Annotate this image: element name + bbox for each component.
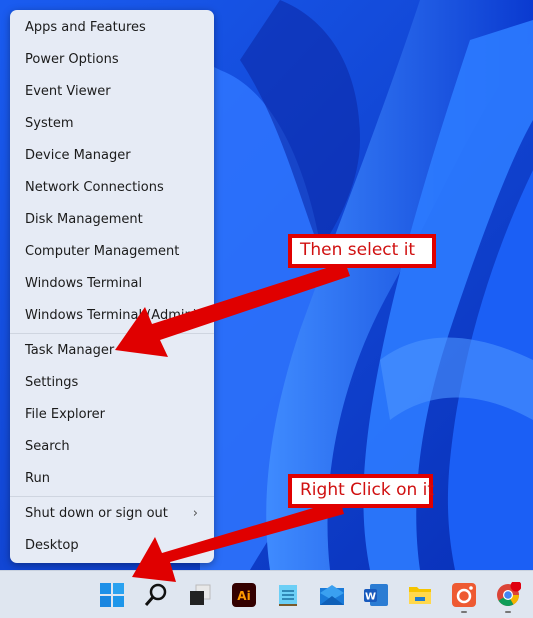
word-icon[interactable]: W [363,582,389,608]
menu-item-label: Windows Terminal (Admin) [25,308,198,323]
adobe-illustrator-icon[interactable]: Ai [231,582,257,608]
menu-item-label: System [25,116,74,131]
menu-item-event-viewer[interactable]: Event Viewer [10,77,214,107]
menu-item-label: Network Connections [25,180,164,195]
menu-item-label: File Explorer [25,407,106,422]
menu-item-label: Task Manager [25,343,115,358]
menu-item-network-connections[interactable]: Network Connections [10,173,214,203]
menu-item-label: Settings [25,375,79,390]
menu-item-windows-terminal[interactable]: Windows Terminal [10,269,214,299]
notepad-icon[interactable] [275,582,301,608]
menu-item-power-options[interactable]: Power Options [10,45,214,75]
menu-item-computer-management[interactable]: Computer Management [10,237,214,267]
search-icon[interactable] [143,582,169,608]
quick-link-menu: Apps and Features Power Options Event Vi… [10,10,214,563]
svg-text:W: W [365,592,376,603]
callout-right-click-on-it: Right Click on it [288,474,434,508]
menu-item-file-explorer[interactable]: File Explorer [10,400,214,430]
menu-item-label: Search [25,439,70,454]
menu-item-windows-terminal-admin[interactable]: Windows Terminal (Admin) [10,301,214,331]
menu-item-run[interactable]: Run [10,464,214,494]
menu-item-settings[interactable]: Settings [10,368,214,398]
menu-item-search[interactable]: Search [10,432,214,462]
mail-icon[interactable] [319,582,345,608]
file-explorer-icon[interactable] [407,582,433,608]
callout-then-select-it: Then select it [288,234,436,268]
menu-item-label: Windows Terminal [25,276,143,291]
menu-item-label: Computer Management [25,244,180,259]
menu-separator [10,496,214,497]
menu-item-label: Shut down or sign out [25,506,168,521]
menu-item-device-manager[interactable]: Device Manager [10,141,214,171]
windows-start-icon[interactable] [99,582,125,608]
running-indicator [461,611,467,613]
running-indicator [505,611,511,613]
chrome-icon[interactable] [495,580,522,613]
chevron-right-icon: › [192,506,198,521]
menu-item-label: Run [25,471,50,486]
menu-item-label: Desktop [25,538,79,553]
menu-item-label: Power Options [25,52,119,67]
task-view-icon[interactable] [187,582,213,608]
taskbar: Ai W [0,570,533,618]
menu-item-task-manager[interactable]: Task Manager [10,336,214,366]
menu-item-label: Apps and Features [25,20,146,35]
menu-item-apps-and-features[interactable]: Apps and Features [10,13,214,43]
menu-item-label: Event Viewer [25,84,111,99]
menu-item-disk-management[interactable]: Disk Management [10,205,214,235]
menu-item-system[interactable]: System [10,109,214,139]
svg-text:Ai: Ai [237,589,250,603]
screen-recorder-icon[interactable] [451,582,477,613]
menu-separator [10,333,214,334]
menu-item-label: Device Manager [25,148,131,163]
menu-item-label: Disk Management [25,212,143,227]
menu-item-shut-down-or-sign-out[interactable]: Shut down or sign out › [10,499,214,529]
menu-item-desktop[interactable]: Desktop [10,531,214,561]
